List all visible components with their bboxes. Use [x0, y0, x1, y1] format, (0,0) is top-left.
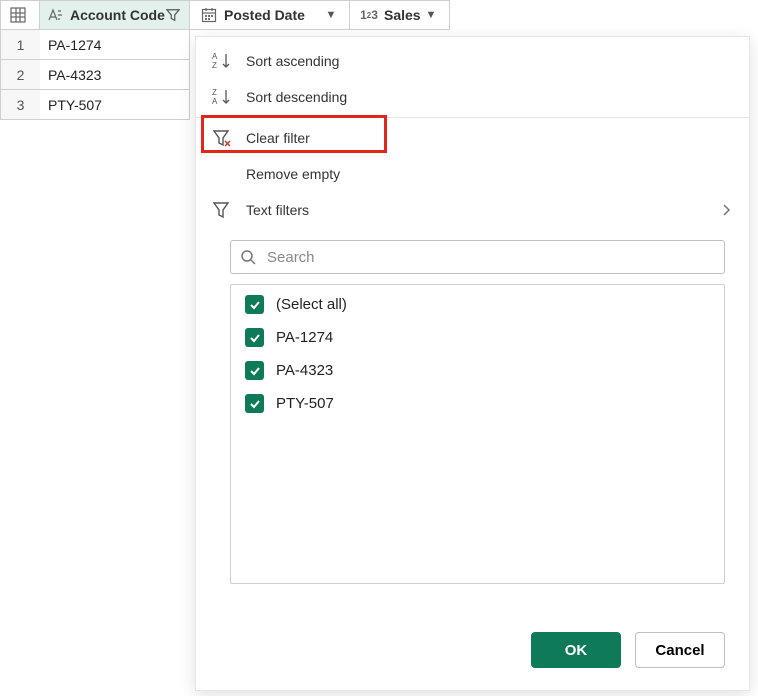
- popup-menu: A Z Sort ascending Z A Sort descending: [196, 37, 749, 234]
- check-select-all[interactable]: (Select all): [245, 295, 710, 314]
- search-input[interactable]: [230, 240, 725, 274]
- row-number: 3: [0, 90, 40, 120]
- checkbox-checked-icon: [245, 394, 264, 413]
- filter-popup: A Z Sort ascending Z A Sort descending: [195, 36, 750, 691]
- row-number: 1: [0, 30, 40, 60]
- svg-text:A: A: [212, 52, 218, 61]
- filter-active-icon: [165, 1, 181, 29]
- table-options-button[interactable]: [0, 0, 40, 30]
- check-item[interactable]: PTY-507: [245, 394, 710, 413]
- check-item[interactable]: PA-4323: [245, 361, 710, 380]
- menu-label: Text filters: [246, 202, 309, 218]
- filter-icon: [210, 201, 234, 219]
- menu-label: Clear filter: [246, 130, 310, 146]
- column-label: Sales: [384, 7, 421, 23]
- sort-ascending-item[interactable]: A Z Sort ascending: [196, 43, 749, 79]
- chevron-down-icon[interactable]: ▼: [421, 9, 441, 21]
- text-type-icon: [48, 8, 66, 22]
- check-label: (Select all): [276, 296, 347, 313]
- separator: [196, 117, 749, 118]
- table-icon: [9, 7, 27, 23]
- column-label: Posted Date: [224, 7, 321, 23]
- column-header-posted[interactable]: Posted Date ▼: [190, 0, 350, 30]
- cancel-button[interactable]: Cancel: [635, 632, 725, 668]
- cell-account[interactable]: PTY-507: [40, 90, 190, 120]
- check-label: PA-4323: [276, 362, 333, 379]
- cell-account[interactable]: PA-1274: [40, 30, 190, 60]
- check-item[interactable]: PA-1274: [245, 328, 710, 347]
- filter-checklist: (Select all) PA-1274 PA-4323 PTY-507: [230, 284, 725, 584]
- clear-filter-icon: [210, 129, 234, 147]
- chevron-right-icon: [721, 203, 731, 217]
- date-type-icon: [198, 7, 220, 23]
- clear-filter-item[interactable]: Clear filter: [196, 120, 749, 156]
- search-icon: [240, 249, 256, 265]
- remove-empty-item[interactable]: Remove empty: [196, 156, 749, 192]
- checkbox-checked-icon: [245, 295, 264, 314]
- popup-footer: OK Cancel: [196, 614, 749, 690]
- column-header-sales[interactable]: 123 Sales ▼: [350, 0, 450, 30]
- sort-descending-item[interactable]: Z A Sort descending: [196, 79, 749, 115]
- check-label: PA-1274: [276, 329, 333, 346]
- check-label: PTY-507: [276, 395, 334, 412]
- row-number: 2: [0, 60, 40, 90]
- menu-label: Sort ascending: [246, 53, 339, 69]
- svg-text:Z: Z: [212, 88, 217, 97]
- chevron-down-icon[interactable]: ▼: [321, 9, 341, 21]
- header-row: Account Code Posted Date ▼ 123 Sales ▼: [0, 0, 758, 30]
- column-label: Account Code: [70, 7, 165, 23]
- sort-desc-icon: Z A: [210, 88, 234, 106]
- sort-asc-icon: A Z: [210, 52, 234, 70]
- ok-button[interactable]: OK: [531, 632, 621, 668]
- svg-text:Z: Z: [212, 61, 217, 70]
- cell-account[interactable]: PA-4323: [40, 60, 190, 90]
- search-wrap: [230, 240, 725, 274]
- menu-label: Sort descending: [246, 89, 347, 105]
- checkbox-checked-icon: [245, 328, 264, 347]
- svg-text:A: A: [212, 97, 218, 106]
- number-type-icon: 123: [358, 8, 380, 22]
- text-filters-item[interactable]: Text filters: [196, 192, 749, 228]
- menu-label: Remove empty: [246, 166, 340, 182]
- column-header-account[interactable]: Account Code: [40, 0, 190, 30]
- checkbox-checked-icon: [245, 361, 264, 380]
